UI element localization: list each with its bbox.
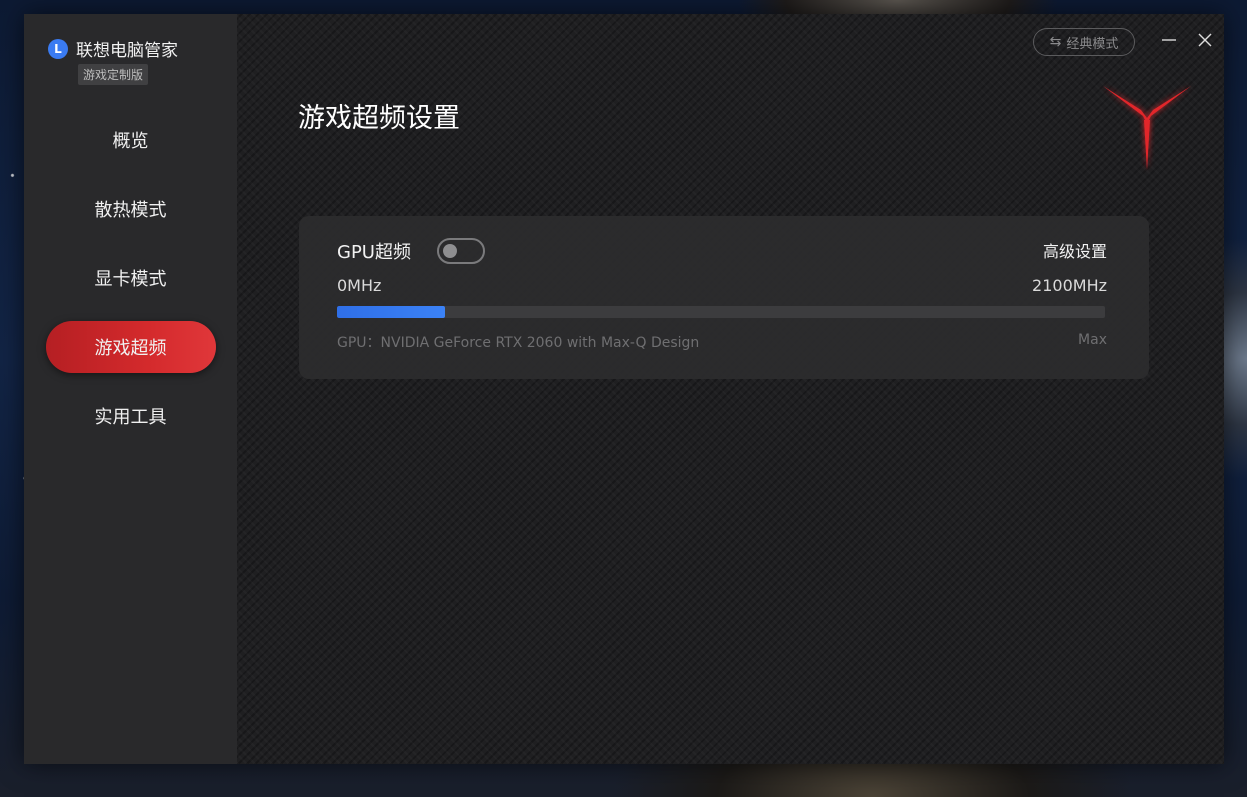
gpu-overclock-toggle[interactable] — [437, 238, 485, 264]
sidebar-item-overview[interactable]: 概览 — [46, 114, 216, 166]
frequency-slider[interactable] — [337, 306, 1105, 318]
gpu-info-text: GPU：NVIDIA GeForce RTX 2060 with Max-Q D… — [337, 335, 700, 351]
minimize-button[interactable] — [1157, 28, 1181, 52]
sidebar-item-label: 实用工具 — [94, 407, 167, 428]
max-tag: Max — [1078, 332, 1107, 348]
sidebar-item-label: 游戏超频 — [94, 338, 167, 359]
page-title: 游戏超频设置 — [298, 103, 460, 134]
classic-mode-button[interactable]: ⇆ 经典模式 — [1033, 28, 1135, 56]
app-window: L 联想电脑管家 游戏定制版 概览 散热模式 显卡模式 游戏超频 实用工具 ⇆ — [24, 14, 1224, 764]
sidebar-item-label: 散热模式 — [94, 200, 167, 221]
sidebar-item-cooling-mode[interactable]: 散热模式 — [46, 183, 216, 235]
gpu-overclock-label: GPU超频 — [337, 242, 411, 263]
min-frequency-label: 0MHz — [337, 276, 382, 295]
edition-badge: 游戏定制版 — [78, 64, 149, 85]
frequency-slider-fill — [337, 306, 445, 318]
toggle-knob — [443, 244, 457, 258]
sidebar-nav: 概览 散热模式 显卡模式 游戏超频 实用工具 — [24, 114, 237, 459]
sidebar-item-game-overclock[interactable]: 游戏超频 — [45, 321, 216, 373]
minimize-icon — [1162, 39, 1176, 41]
close-button[interactable] — [1193, 28, 1217, 52]
advanced-settings-link[interactable]: 高级设置 — [1043, 238, 1107, 262]
sidebar-item-utilities[interactable]: 实用工具 — [46, 390, 216, 442]
classic-mode-label: 经典模式 — [1066, 36, 1119, 52]
max-frequency-label: 2100MHz — [1032, 276, 1107, 295]
swap-icon: ⇆ — [1049, 34, 1062, 50]
app-name: 联想电脑管家 — [76, 41, 178, 61]
lenovo-logo-icon: L — [48, 38, 68, 59]
sidebar-item-label: 概览 — [112, 131, 149, 152]
close-icon — [1198, 33, 1212, 47]
sidebar: L 联想电脑管家 游戏定制版 概览 散热模式 显卡模式 游戏超频 实用工具 — [24, 14, 237, 764]
sidebar-item-gpu-mode[interactable]: 显卡模式 — [46, 252, 216, 304]
gpu-overclock-card: GPU超频 高级设置 0MHz 2100MHz GPU：NVIDIA GeFor… — [299, 216, 1149, 379]
legion-y-logo-icon — [1103, 86, 1191, 170]
brand: L 联想电脑管家 — [48, 36, 178, 61]
main-panel: ⇆ 经典模式 游戏超频设置 GPU超频 高级设置 0MHz 2100MHz GP… — [237, 14, 1224, 764]
sidebar-item-label: 显卡模式 — [94, 269, 167, 290]
